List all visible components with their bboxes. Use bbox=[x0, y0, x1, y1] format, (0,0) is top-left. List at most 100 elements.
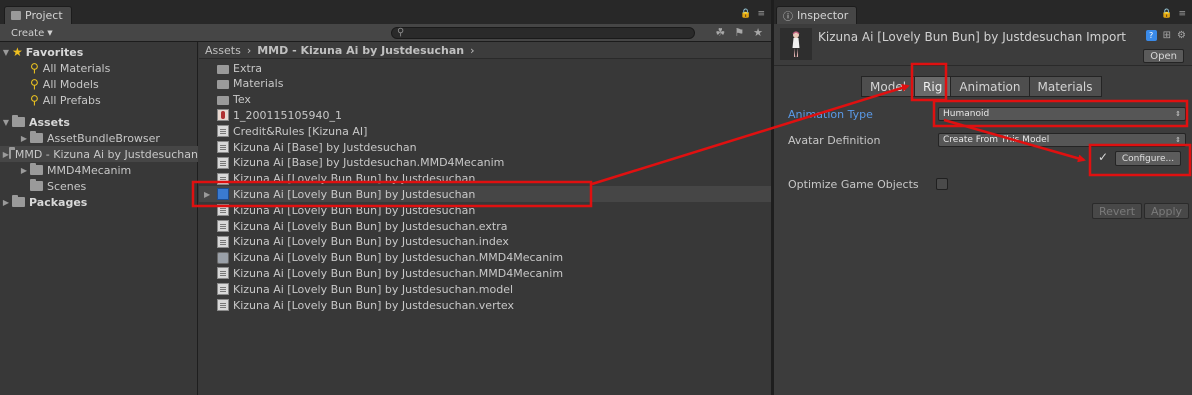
expand-arrow-icon[interactable]: ▶ bbox=[0, 198, 12, 207]
avatar-definition-dropdown[interactable]: Create From This Model ⇕ bbox=[938, 133, 1186, 147]
tree-item[interactable]: Scenes bbox=[0, 178, 198, 194]
animation-type-value: Humanoid bbox=[943, 109, 990, 119]
tree-item-label: Packages bbox=[29, 195, 88, 209]
avatar-definition-label: Avatar Definition bbox=[788, 133, 881, 147]
tab-materials[interactable]: Materials bbox=[1028, 76, 1102, 97]
project-toolbar: Create ▼ ⚲ ☘ ⚑ ★ bbox=[0, 24, 771, 42]
file-list-item[interactable]: Kizuna Ai [Lovely Bun Bun] by Justdesuch… bbox=[199, 171, 771, 187]
lock-icon[interactable]: 🔒 bbox=[740, 9, 751, 19]
text-file-icon bbox=[217, 125, 229, 138]
file-list-item[interactable]: Credit&Rules [Kizuna AI] bbox=[199, 123, 771, 139]
file-list-item[interactable]: Kizuna Ai [Lovely Bun Bun] by Justdesuch… bbox=[199, 265, 771, 281]
tab-animation[interactable]: Animation bbox=[950, 76, 1030, 97]
file-list-item[interactable]: Kizuna Ai [Base] by Justdesuchan.MMD4Mec… bbox=[199, 155, 771, 171]
file-list-item-label: Kizuna Ai [Lovely Bun Bun] by Justdesuch… bbox=[233, 266, 564, 280]
expand-arrow-icon[interactable]: ▶ bbox=[204, 190, 210, 199]
tab-model[interactable]: Model bbox=[861, 76, 916, 97]
updown-arrow-icon: ⇕ bbox=[1175, 136, 1181, 144]
open-button[interactable]: Open bbox=[1143, 49, 1184, 63]
breadcrumb: Assets › MMD - Kizuna Ai by Justdesuchan… bbox=[199, 42, 771, 59]
avatar-definition-value: Create From This Model bbox=[943, 135, 1050, 145]
tree-item[interactable]: ▶ MMD - Kizuna Ai by Justdesuchan bbox=[0, 146, 198, 162]
animation-type-label: Animation Type bbox=[788, 107, 873, 121]
folder-icon bbox=[12, 195, 25, 207]
inspector-header: Kizuna Ai [Lovely Bun Bun] by Justdesuch… bbox=[774, 24, 1192, 66]
breadcrumb-current[interactable]: MMD - Kizuna Ai by Justdesuchan bbox=[257, 44, 464, 57]
file-list-item[interactable]: Kizuna Ai [Lovely Bun Bun] by Justdesuch… bbox=[199, 250, 771, 266]
chevron-right-icon: › bbox=[246, 43, 252, 57]
expand-arrow-icon[interactable]: ▶ bbox=[3, 150, 9, 159]
text-file-icon bbox=[217, 204, 229, 217]
file-list-item[interactable]: Materials bbox=[199, 76, 771, 92]
create-label: Create bbox=[11, 27, 45, 39]
file-list-item[interactable]: Kizuna Ai [Lovely Bun Bun] by Justdesuch… bbox=[199, 281, 771, 297]
file-list-item[interactable]: Kizuna Ai [Lovely Bun Bun] by Justdesuch… bbox=[199, 234, 771, 250]
animation-type-dropdown[interactable]: Humanoid ⇕ bbox=[938, 107, 1186, 121]
file-list-item-label: Credit&Rules [Kizuna AI] bbox=[233, 124, 368, 138]
expand-arrow-icon[interactable]: ▶ bbox=[18, 134, 30, 143]
text-file-icon bbox=[217, 156, 229, 169]
folder-tree: ▼ ★ Favorites ⚲ All Materials ⚲ All Models ⚲ All… bbox=[0, 42, 198, 395]
avatar-definition-row: Avatar Definition Create From This Model… bbox=[788, 132, 1186, 148]
menu-icon[interactable]: ≡ bbox=[1178, 9, 1186, 19]
menu-icon[interactable]: ≡ bbox=[757, 9, 765, 19]
tree-item[interactable]: ▶ AssetBundleBrowser bbox=[0, 130, 198, 146]
filter-label-icon[interactable]: ⚑ bbox=[734, 26, 744, 39]
settings-icon[interactable]: ⊞ bbox=[1163, 30, 1171, 41]
file-list-item[interactable]: Kizuna Ai [Base] by Justdesuchan bbox=[199, 139, 771, 155]
file-list-item-label: Kizuna Ai [Lovely Bun Bun] by Justdesuch… bbox=[233, 187, 476, 201]
inspector-tabbar: ⓘ Inspector 🔒 ≡ bbox=[774, 0, 1192, 24]
search-icon: ⚲ bbox=[397, 27, 405, 38]
tree-item[interactable]: ▼ ★ Favorites bbox=[0, 44, 198, 60]
tree-item[interactable]: ⚲ All Prefabs bbox=[0, 92, 198, 108]
search-input[interactable]: ⚲ bbox=[391, 27, 695, 39]
file-list-item-label: Kizuna Ai [Base] by Justdesuchan bbox=[233, 140, 417, 154]
inspector-panel: ⓘ Inspector 🔒 ≡ Kizuna Ai [Lovely Bun Bu… bbox=[774, 0, 1192, 395]
lock-icon[interactable]: 🔒 bbox=[1161, 9, 1172, 19]
file-list-item[interactable]: Tex bbox=[199, 92, 771, 108]
chevron-right-icon: › bbox=[470, 43, 475, 57]
file-list-item-label: Kizuna Ai [Lovely Bun Bun] by Justdesuch… bbox=[233, 219, 508, 233]
tab-project[interactable]: Project bbox=[4, 6, 72, 24]
tab-inspector[interactable]: ⓘ Inspector bbox=[776, 6, 858, 24]
file-list-item[interactable]: Extra bbox=[199, 60, 771, 76]
favorite-star-icon[interactable]: ★ bbox=[753, 26, 763, 39]
file-list-item[interactable]: Kizuna Ai [Lovely Bun Bun] by Justdesuch… bbox=[199, 218, 771, 234]
folder-icon bbox=[30, 163, 43, 175]
file-list-item-label: Tex bbox=[233, 93, 251, 107]
tree-item[interactable]: ⚲ All Models bbox=[0, 76, 198, 92]
text-file-icon bbox=[217, 220, 229, 232]
project-panel: Project 🔒 ≡ Create ▼ ⚲ ☘ ⚑ ★ ▼ ★ Favorites… bbox=[0, 0, 771, 395]
file-list-item[interactable]: ▶ Kizuna Ai [Lovely Bun Bun] by Justdesuc… bbox=[199, 186, 771, 203]
tree-item[interactable]: ▶ Packages bbox=[0, 194, 198, 210]
file-list-item[interactable]: 1_200115105940_1 bbox=[199, 107, 771, 123]
gear-icon[interactable]: ⚙ bbox=[1177, 30, 1186, 41]
tree-item[interactable]: ⚲ All Materials bbox=[0, 60, 198, 76]
expand-arrow-icon[interactable]: ▼ bbox=[0, 48, 12, 57]
expand-arrow-icon[interactable]: ▼ bbox=[0, 118, 12, 127]
create-button[interactable]: Create ▼ bbox=[6, 26, 58, 40]
search-icon: ⚲ bbox=[30, 93, 39, 107]
expand-arrow-icon[interactable]: ▶ bbox=[18, 166, 30, 175]
folder-icon bbox=[217, 64, 229, 74]
tree-item-label: MMD4Mecanim bbox=[47, 163, 132, 177]
file-list-item-label: Kizuna Ai [Lovely Bun Bun] by Justdesuch… bbox=[233, 172, 476, 186]
tab-rig[interactable]: Rig bbox=[914, 76, 952, 97]
file-list-item[interactable]: Kizuna Ai [Lovely Bun Bun] by Justdesuch… bbox=[199, 297, 771, 313]
folder-icon bbox=[30, 131, 43, 143]
file-list-item[interactable]: Kizuna Ai [Lovely Bun Bun] by Justdesuch… bbox=[199, 202, 771, 218]
revert-button[interactable]: Revert bbox=[1092, 203, 1143, 219]
configure-button[interactable]: Configure... bbox=[1115, 151, 1181, 166]
filter-type-icon[interactable]: ☘ bbox=[715, 26, 725, 39]
optimize-label: Optimize Game Objects bbox=[788, 177, 919, 191]
text-file-icon bbox=[217, 141, 229, 153]
optimize-checkbox[interactable] bbox=[936, 178, 948, 190]
model-figure-icon bbox=[792, 31, 800, 57]
apply-button[interactable]: Apply bbox=[1144, 203, 1190, 219]
breadcrumb-assets[interactable]: Assets bbox=[205, 44, 241, 57]
search-icon: ⚲ bbox=[30, 61, 39, 75]
tree-item[interactable]: ▶ MMD4Mecanim bbox=[0, 162, 198, 178]
tree-item[interactable]: ▼ Assets bbox=[0, 114, 198, 130]
folder-icon bbox=[217, 96, 229, 106]
help-icon[interactable]: ? bbox=[1145, 30, 1157, 41]
